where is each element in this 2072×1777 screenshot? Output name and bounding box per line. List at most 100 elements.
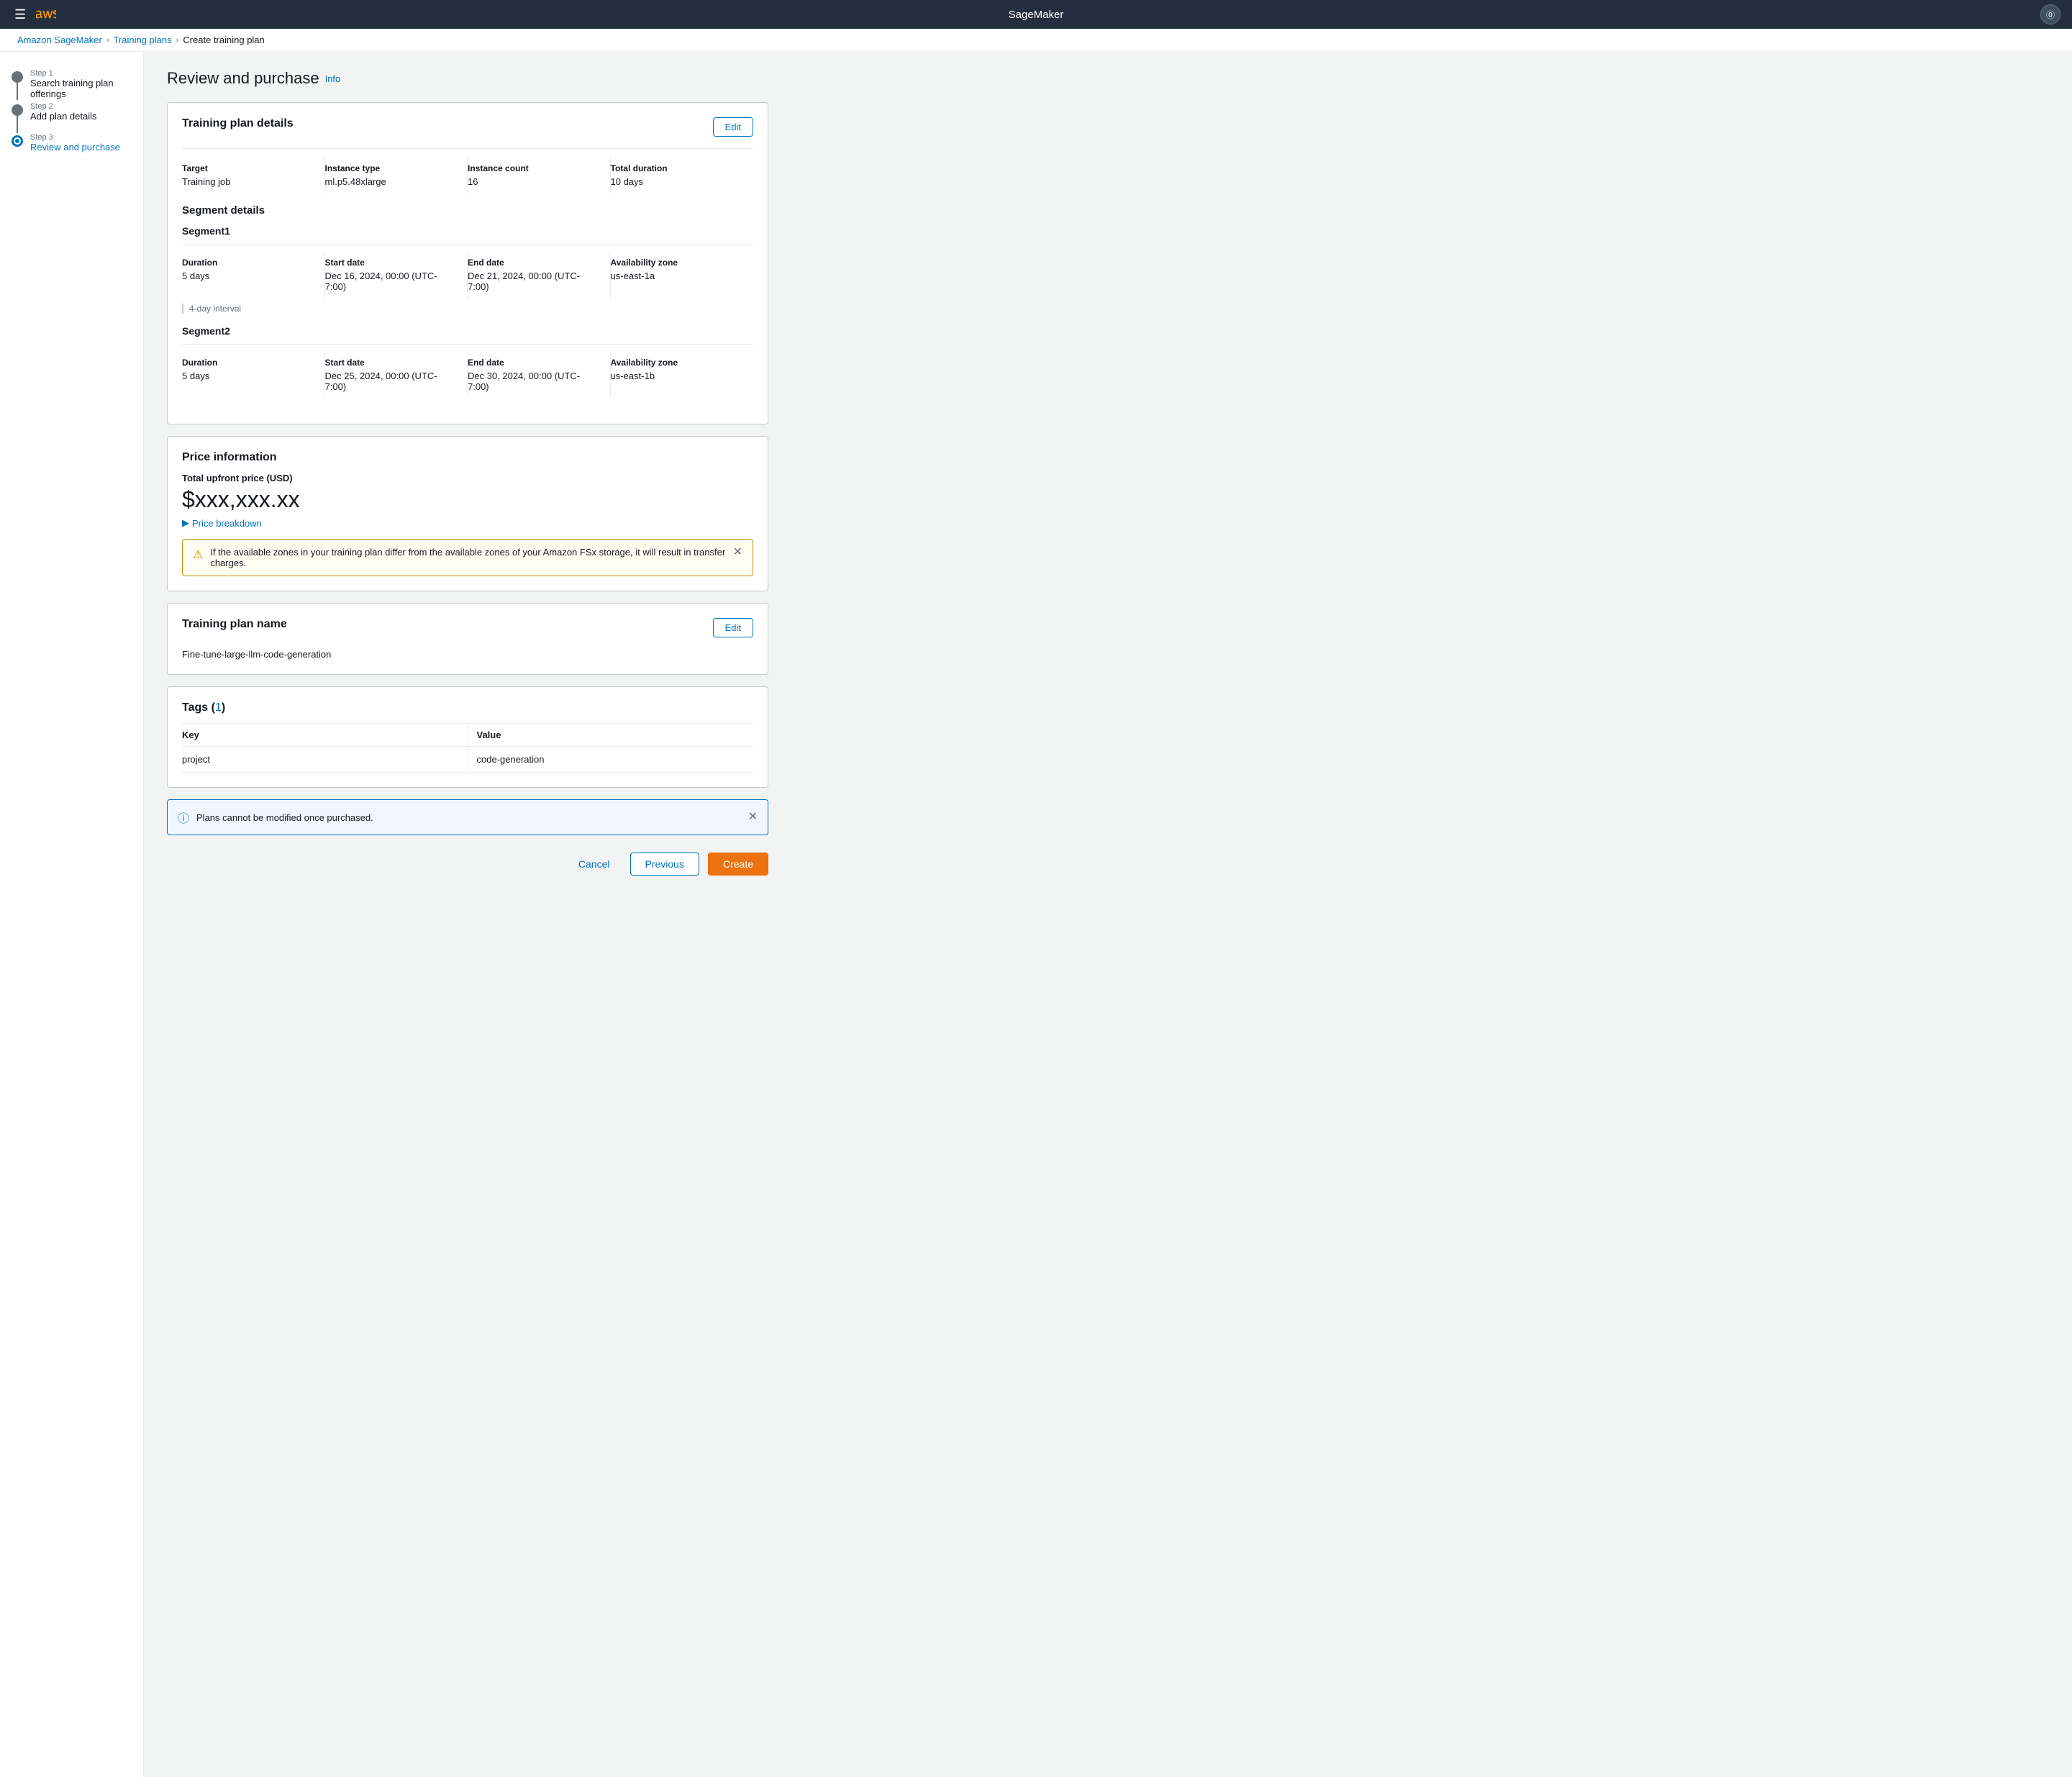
seg1-start-cell: Start date Dec 16, 2024, 00:00 (UTC-7:00… xyxy=(325,252,468,298)
info-notification: ⓘ Plans cannot be modified once purchase… xyxy=(167,799,768,835)
breadcrumb-sagemaker-link[interactable]: Amazon SageMaker xyxy=(17,35,102,45)
tags-header: Tags (1) xyxy=(182,701,753,714)
step1-title: Search training plan offerings xyxy=(30,78,132,99)
segment1-grid: Duration 5 days Start date Dec 16, 2024,… xyxy=(182,244,753,298)
seg1-interval-badge: 4-day interval xyxy=(182,304,753,314)
tags-key-header: Key xyxy=(182,724,468,747)
training-plan-details-card: Training plan details Edit Target Traini… xyxy=(167,102,768,424)
seg2-end-value: Dec 30, 2024, 00:00 (UTC-7:00) xyxy=(468,371,601,392)
instance-count-cell: Instance count 16 xyxy=(468,158,611,193)
segment2-block: Segment2 Duration 5 days Start date Dec … xyxy=(182,325,753,398)
seg2-az-cell: Availability zone us-east-1b xyxy=(611,352,754,398)
instance-type-label: Instance type xyxy=(325,163,459,173)
breadcrumb: Amazon SageMaker › Training plans › Crea… xyxy=(0,29,2072,52)
instance-type-cell: Instance type ml.p5.48xlarge xyxy=(325,158,468,193)
seg2-az-label: Availability zone xyxy=(611,358,745,368)
breadcrumb-sep-2: › xyxy=(176,36,179,45)
tags-table: Key Value project code-generation xyxy=(182,723,753,773)
step3-title: Review and purchase xyxy=(30,142,120,153)
price-breakdown-link[interactable]: ▶ Price breakdown xyxy=(182,517,753,529)
seg2-start-cell: Start date Dec 25, 2024, 00:00 (UTC-7:00… xyxy=(325,352,468,398)
breadcrumb-current: Create training plan xyxy=(183,35,264,45)
tags-count: 1 xyxy=(215,701,222,714)
seg1-duration-label: Duration xyxy=(182,258,316,268)
notification-close-button[interactable]: ✕ xyxy=(748,812,758,823)
top-navigation: ☰ SageMaker ⓪ xyxy=(0,0,2072,29)
warning-text: If the available zones in your training … xyxy=(210,547,725,568)
price-information-card: Price information Total upfront price (U… xyxy=(167,436,768,591)
previous-button[interactable]: Previous xyxy=(630,853,699,876)
seg1-az-label: Availability zone xyxy=(611,258,745,268)
total-price-label: Total upfront price (USD) xyxy=(182,473,753,483)
seg1-duration-cell: Duration 5 days xyxy=(182,252,325,298)
seg1-start-label: Start date xyxy=(325,258,459,268)
total-duration-value: 10 days xyxy=(611,176,745,187)
info-link[interactable]: Info xyxy=(325,73,341,84)
seg2-duration-value: 5 days xyxy=(182,371,316,381)
target-value: Training job xyxy=(182,176,316,187)
info-icon: ⓘ xyxy=(178,809,189,826)
step1-connector xyxy=(17,83,18,100)
target-cell: Target Training job xyxy=(182,158,325,193)
breadcrumb-sep-1: › xyxy=(106,36,109,45)
instance-count-label: Instance count xyxy=(468,163,601,173)
seg2-end-cell: End date Dec 30, 2024, 00:00 (UTC-7:00) xyxy=(468,352,611,398)
target-label: Target xyxy=(182,163,316,173)
table-row: project code-generation xyxy=(182,747,753,773)
tags-card: Tags (1) Key Value project code-generati… xyxy=(167,686,768,788)
warning-close-button[interactable]: ✕ xyxy=(733,547,742,558)
seg1-az-value: us-east-1a xyxy=(611,271,745,281)
price-breakdown-label: Price breakdown xyxy=(192,518,262,529)
plan-name-value: Fine-tune-large-llm-code-generation xyxy=(182,649,753,660)
tag-value-project: code-generation xyxy=(468,747,753,773)
training-plan-details-title: Training plan details xyxy=(182,117,294,130)
segment2-title: Segment2 xyxy=(182,325,753,337)
step1-indicator xyxy=(12,71,23,83)
triangle-icon: ▶ xyxy=(182,517,189,529)
seg1-az-cell: Availability zone us-east-1a xyxy=(611,252,754,298)
app-title: SageMaker xyxy=(1009,9,1064,21)
step3-indicator xyxy=(12,135,23,147)
seg2-end-label: End date xyxy=(468,358,601,368)
instance-count-value: 16 xyxy=(468,176,601,187)
user-icon[interactable]: ⓪ xyxy=(2040,4,2060,24)
page-heading: Review and purchase Info xyxy=(167,69,768,88)
create-button[interactable]: Create xyxy=(708,853,768,876)
seg2-start-label: Start date xyxy=(325,358,459,368)
tags-value-header: Value xyxy=(468,724,753,747)
segment-details-title: Segment details xyxy=(182,204,753,217)
training-plan-details-edit-button[interactable]: Edit xyxy=(713,117,753,137)
seg2-duration-cell: Duration 5 days xyxy=(182,352,325,398)
cancel-button[interactable]: Cancel xyxy=(567,853,622,876)
training-plan-name-card: Training plan name Edit Fine-tune-large-… xyxy=(167,603,768,675)
segment1-block: Segment1 Duration 5 days Start date Dec … xyxy=(182,225,753,314)
notification-text: Plans cannot be modified once purchased. xyxy=(196,812,373,823)
total-duration-cell: Total duration 10 days xyxy=(611,158,754,193)
seg1-start-value: Dec 16, 2024, 00:00 (UTC-7:00) xyxy=(325,271,459,292)
step2-connector xyxy=(17,116,18,133)
training-plan-details-grid: Target Training job Instance type ml.p5.… xyxy=(182,148,753,193)
step1-label: Step 1 xyxy=(30,69,132,78)
hamburger-menu-button[interactable]: ☰ xyxy=(12,4,29,25)
step2-label: Step 2 xyxy=(30,102,97,111)
tags-title: Tags (1) xyxy=(182,701,225,714)
warning-banner: ⚠ If the available zones in your trainin… xyxy=(182,539,753,576)
sidebar: Step 1 Search training plan offerings St… xyxy=(0,52,144,1777)
seg2-duration-label: Duration xyxy=(182,358,316,368)
segment2-grid: Duration 5 days Start date Dec 25, 2024,… xyxy=(182,344,753,398)
tag-key-project: project xyxy=(182,747,468,773)
seg1-duration-value: 5 days xyxy=(182,271,316,281)
main-content: Review and purchase Info Training plan d… xyxy=(144,52,791,1777)
training-plan-name-edit-button[interactable]: Edit xyxy=(713,618,753,637)
total-duration-label: Total duration xyxy=(611,163,745,173)
step2-title: Add plan details xyxy=(30,111,97,122)
aws-logo xyxy=(36,4,56,24)
bottom-actions: Cancel Previous Create xyxy=(167,841,768,887)
segment1-title: Segment1 xyxy=(182,225,753,237)
seg1-end-cell: End date Dec 21, 2024, 00:00 (UTC-7:00) xyxy=(468,252,611,298)
seg1-end-value: Dec 21, 2024, 00:00 (UTC-7:00) xyxy=(468,271,601,292)
price-information-title: Price information xyxy=(182,451,753,464)
breadcrumb-training-plans-link[interactable]: Training plans xyxy=(113,35,171,45)
training-plan-name-title: Training plan name xyxy=(182,618,287,631)
step2-indicator xyxy=(12,104,23,116)
